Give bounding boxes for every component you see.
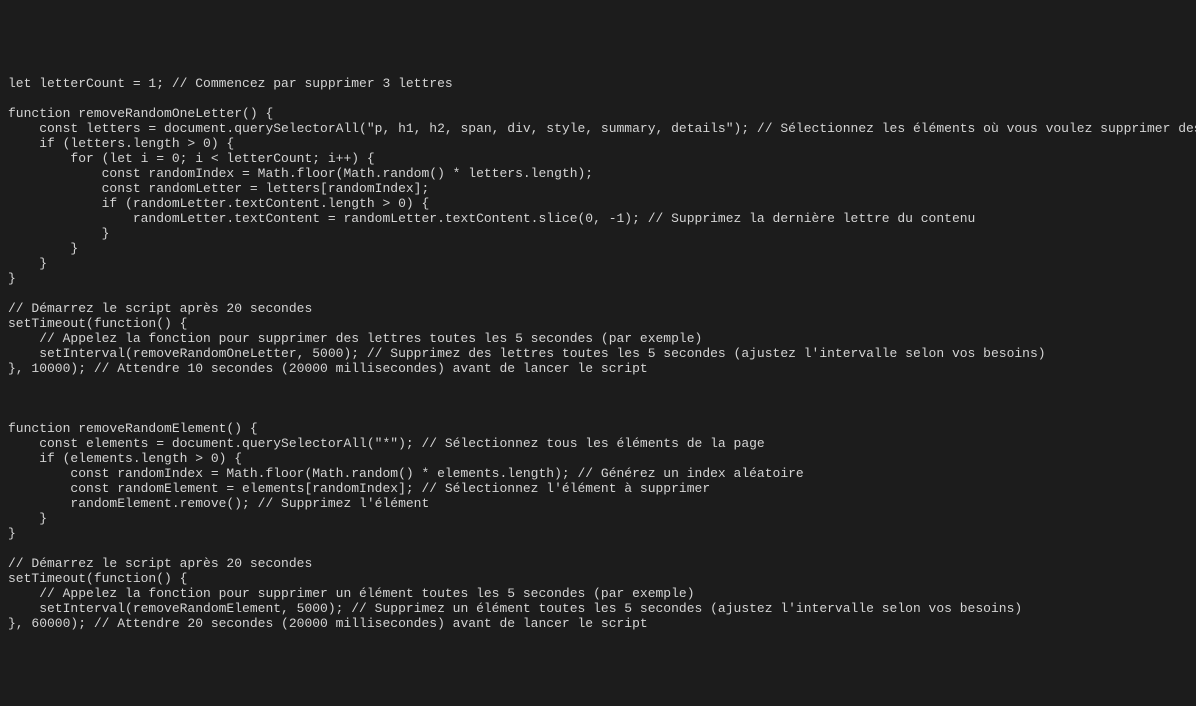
code-line: setTimeout(function() { — [8, 571, 1188, 586]
code-line: randomLetter.textContent = randomLetter.… — [8, 211, 1188, 226]
code-line: setTimeout(function() { — [8, 316, 1188, 331]
code-line — [8, 376, 1188, 391]
code-line: function removeRandomOneLetter() { — [8, 106, 1188, 121]
code-line: let letterCount = 1; // Commencez par su… — [8, 76, 1188, 91]
code-line: if (letters.length > 0) { — [8, 136, 1188, 151]
code-line — [8, 406, 1188, 421]
code-line: }, 10000); // Attendre 10 secondes (2000… — [8, 361, 1188, 376]
code-line: } — [8, 271, 1188, 286]
code-line: randomElement.remove(); // Supprimez l'é… — [8, 496, 1188, 511]
code-line: const elements = document.querySelectorA… — [8, 436, 1188, 451]
code-line: const randomIndex = Math.floor(Math.rand… — [8, 166, 1188, 181]
code-line — [8, 391, 1188, 406]
code-line: // Appelez la fonction pour supprimer de… — [8, 331, 1188, 346]
code-line — [8, 91, 1188, 106]
code-editor-content[interactable]: let letterCount = 1; // Commencez par su… — [8, 76, 1188, 631]
code-line: } — [8, 256, 1188, 271]
code-line: const randomIndex = Math.floor(Math.rand… — [8, 466, 1188, 481]
code-line: // Démarrez le script après 20 secondes — [8, 301, 1188, 316]
code-line: const randomElement = elements[randomInd… — [8, 481, 1188, 496]
code-line: const randomLetter = letters[randomIndex… — [8, 181, 1188, 196]
code-line: if (elements.length > 0) { — [8, 451, 1188, 466]
code-line: } — [8, 241, 1188, 256]
code-line: const letters = document.querySelectorAl… — [8, 121, 1188, 136]
code-line: // Démarrez le script après 20 secondes — [8, 556, 1188, 571]
code-line — [8, 541, 1188, 556]
code-line: if (randomLetter.textContent.length > 0)… — [8, 196, 1188, 211]
code-line: } — [8, 226, 1188, 241]
code-line: function removeRandomElement() { — [8, 421, 1188, 436]
code-line: setInterval(removeRandomElement, 5000); … — [8, 601, 1188, 616]
code-line: setInterval(removeRandomOneLetter, 5000)… — [8, 346, 1188, 361]
code-line: } — [8, 511, 1188, 526]
code-line: }, 60000); // Attendre 20 secondes (2000… — [8, 616, 1188, 631]
code-line: } — [8, 526, 1188, 541]
code-line: // Appelez la fonction pour supprimer un… — [8, 586, 1188, 601]
code-line — [8, 286, 1188, 301]
code-line: for (let i = 0; i < letterCount; i++) { — [8, 151, 1188, 166]
